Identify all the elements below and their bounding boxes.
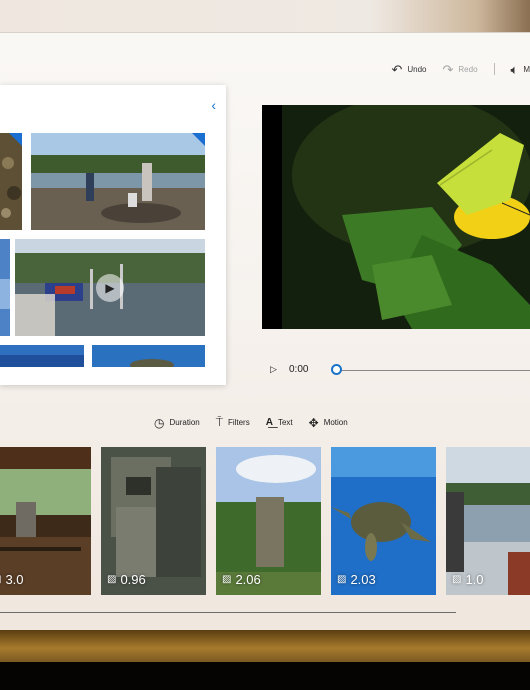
filters-button[interactable]: ⍑ Filters	[216, 415, 250, 430]
storyboard-scrollbar[interactable]	[0, 612, 456, 613]
image-icon: ▨	[222, 574, 232, 585]
clip-duration: ▨ 3.0	[0, 572, 24, 587]
text-label: Text	[277, 418, 293, 427]
editor-toolbar: ↶ Undo ↷ Redo 🔈︎ M	[391, 59, 530, 79]
clip-duration: ▨ 0.96	[107, 572, 146, 587]
undo-icon: ↶	[391, 61, 403, 77]
seek-bar[interactable]	[337, 370, 530, 371]
clip-duration: ▨ 2.06	[222, 572, 261, 587]
redo-button[interactable]: ↷ Redo	[442, 63, 477, 76]
library-thumbnail[interactable]	[92, 345, 205, 367]
project-library-panel: ‹ ▶	[0, 85, 226, 385]
duration-button[interactable]: ◷ Duration	[154, 416, 200, 430]
motion-label: Motion	[323, 418, 348, 427]
storyboard-card[interactable]: ▨ 0.96	[101, 447, 206, 595]
storyboard-card[interactable]: ▨ 2.06	[216, 447, 321, 595]
image-icon: ▨	[107, 574, 117, 585]
library-thumbnail[interactable]: ▶	[15, 239, 205, 336]
storyboard-card[interactable]: ▨ 1.0	[446, 447, 530, 595]
library-thumbnail[interactable]	[0, 133, 22, 230]
image-icon: ▨	[0, 574, 1, 585]
desktop-background-top	[0, 0, 530, 32]
undo-label: Undo	[407, 64, 427, 74]
redo-label: Redo	[458, 64, 478, 74]
clip-duration: ▨ 1.0	[452, 572, 484, 587]
library-thumbnail[interactable]	[0, 345, 84, 367]
undo-button[interactable]: ↶ Undo	[391, 63, 426, 76]
text-icon: A͟	[265, 417, 273, 428]
image-icon: ▨	[337, 574, 347, 585]
music-button[interactable]: 🔈︎ M	[511, 63, 530, 76]
current-time: 0:00	[289, 364, 309, 375]
text-button[interactable]: A͟ Text	[266, 417, 293, 428]
playback-controls: ▷ 0:00	[262, 361, 530, 381]
desktop-background-bottom	[0, 630, 530, 690]
video-editor-window: ↶ Undo ↷ Redo 🔈︎ M ‹ ▶ ▷ 0:00 ◷ Duration…	[0, 32, 530, 631]
music-label: M	[523, 64, 530, 74]
speaker-icon: 🔈︎	[510, 61, 519, 77]
play-video-icon[interactable]: ▶	[96, 273, 124, 302]
play-icon[interactable]: ▷	[270, 364, 277, 375]
selected-corner-badge	[9, 133, 22, 146]
seek-bar-thumb[interactable]	[331, 364, 342, 375]
motion-icon: ✥	[308, 415, 319, 430]
library-thumbnail[interactable]	[31, 133, 205, 230]
filters-icon: ⍑	[215, 415, 223, 429]
toolbar-divider	[493, 63, 495, 75]
clock-icon: ◷	[154, 415, 165, 430]
redo-icon: ↷	[442, 61, 454, 77]
collapse-chevron-icon[interactable]: ‹	[211, 97, 216, 113]
storyboard-toolbar: ◷ Duration ⍑ Filters A͟ Text ✥ Motion	[154, 415, 348, 430]
selected-corner-badge	[192, 133, 205, 146]
video-preview	[262, 105, 530, 329]
image-icon: ▨	[452, 574, 462, 585]
duration-label: Duration	[169, 418, 200, 427]
storyboard-card[interactable]: ▨ 2.03	[331, 447, 436, 595]
clip-duration: ▨ 2.03	[337, 572, 376, 587]
motion-button[interactable]: ✥ Motion	[309, 416, 348, 430]
library-thumbnail[interactable]	[0, 239, 10, 336]
storyboard-card[interactable]: ▨ 3.0	[0, 447, 91, 595]
taskbar	[0, 662, 530, 690]
filters-label: Filters	[227, 418, 250, 427]
